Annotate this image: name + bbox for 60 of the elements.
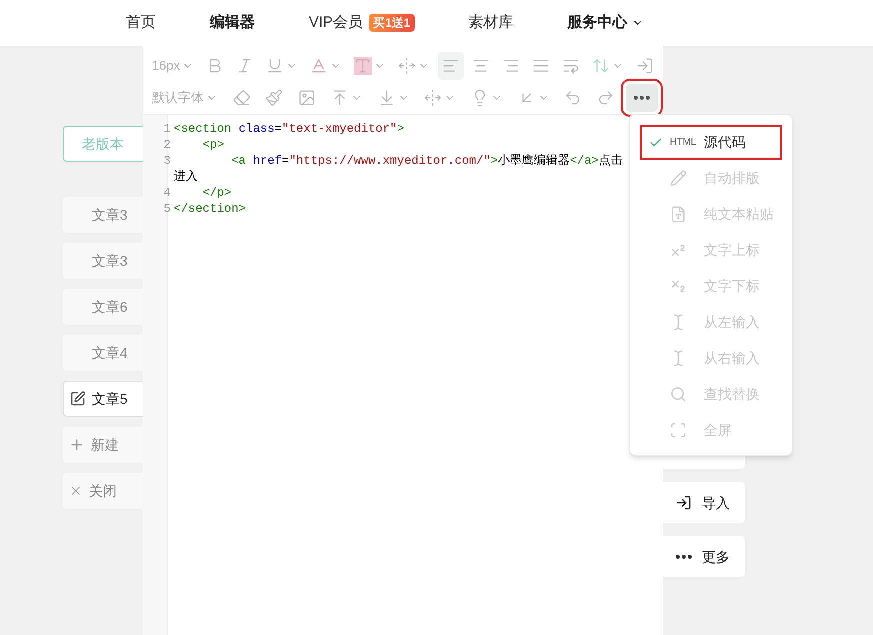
import-icon	[676, 494, 692, 510]
toolbar-button[interactable]	[626, 84, 658, 112]
nav-link[interactable]: 服务中心	[568, 12, 644, 34]
font-select[interactable]: 16px	[148, 52, 198, 80]
subscript-icon	[670, 278, 687, 295]
code-line: </section>	[174, 201, 246, 217]
menu-item[interactable]: HTML 源代码	[640, 125, 782, 160]
old-version-button[interactable]: 老版本	[63, 126, 143, 162]
code-line: <section class="text-xmyeditor">	[174, 121, 404, 137]
fullscreen-icon	[670, 422, 687, 439]
plus-icon	[69, 437, 85, 453]
paintbrush-icon	[265, 89, 284, 107]
letter-spacing-icon	[398, 57, 416, 75]
close-icon	[69, 484, 83, 498]
close-button[interactable]: 关闭	[63, 473, 143, 509]
justify-icon	[532, 57, 550, 75]
article-tab[interactable]: 文章6	[63, 289, 143, 325]
article-tab[interactable]: 文章3	[63, 197, 143, 233]
align-left-icon	[442, 57, 460, 75]
edit-icon	[70, 391, 86, 407]
underline-icon	[266, 57, 284, 75]
image-icon	[298, 89, 316, 107]
code-line: <p>	[202, 137, 224, 153]
undo-icon	[564, 89, 582, 107]
article-tab[interactable]: 文章4	[63, 335, 143, 371]
font-select[interactable]: 默认字体	[148, 84, 222, 112]
pencil-icon	[670, 170, 687, 187]
eraser-icon	[232, 89, 251, 107]
code-line: </p>	[202, 185, 232, 201]
text-file-icon	[670, 206, 687, 223]
align-center-icon	[472, 57, 490, 75]
nav-link[interactable]: 素材库	[468, 12, 514, 34]
new-button[interactable]: 新建	[63, 427, 143, 463]
line-number: 1	[162, 121, 171, 137]
nav-link[interactable]: VIP会员 买1送1	[309, 12, 415, 34]
redo-icon	[597, 89, 616, 107]
font-color-icon	[310, 57, 328, 75]
html-icon: HTML	[670, 135, 696, 150]
line-number: 4	[162, 185, 171, 201]
line-number: 2	[162, 137, 171, 153]
search-icon	[670, 386, 687, 403]
more-icon	[676, 554, 692, 558]
nav-link[interactable]: 首页	[126, 12, 156, 34]
promo-badge: 买1送1	[369, 14, 415, 32]
indent-icon	[424, 89, 442, 107]
highlight-icon	[354, 57, 372, 75]
superscript-icon	[670, 242, 687, 259]
more-button[interactable]: 更多	[663, 536, 745, 577]
align-right-icon	[502, 57, 520, 75]
exit-icon	[636, 57, 654, 75]
line-number: 3	[162, 153, 171, 169]
more-icon	[634, 96, 650, 100]
line-height-icon	[592, 57, 610, 75]
nav-link[interactable]: 编辑器	[210, 12, 255, 34]
indent-icon	[562, 57, 580, 75]
line-number: 5	[162, 201, 171, 217]
code-line: <a href="https://www.xmyeditor.com/">小墨鹰编辑器</a>点击进入	[174, 153, 624, 185]
article-tab[interactable]: 文章3	[63, 243, 143, 279]
article-tab[interactable]: 文章5	[63, 381, 143, 417]
import-button[interactable]: 导入	[663, 482, 745, 523]
